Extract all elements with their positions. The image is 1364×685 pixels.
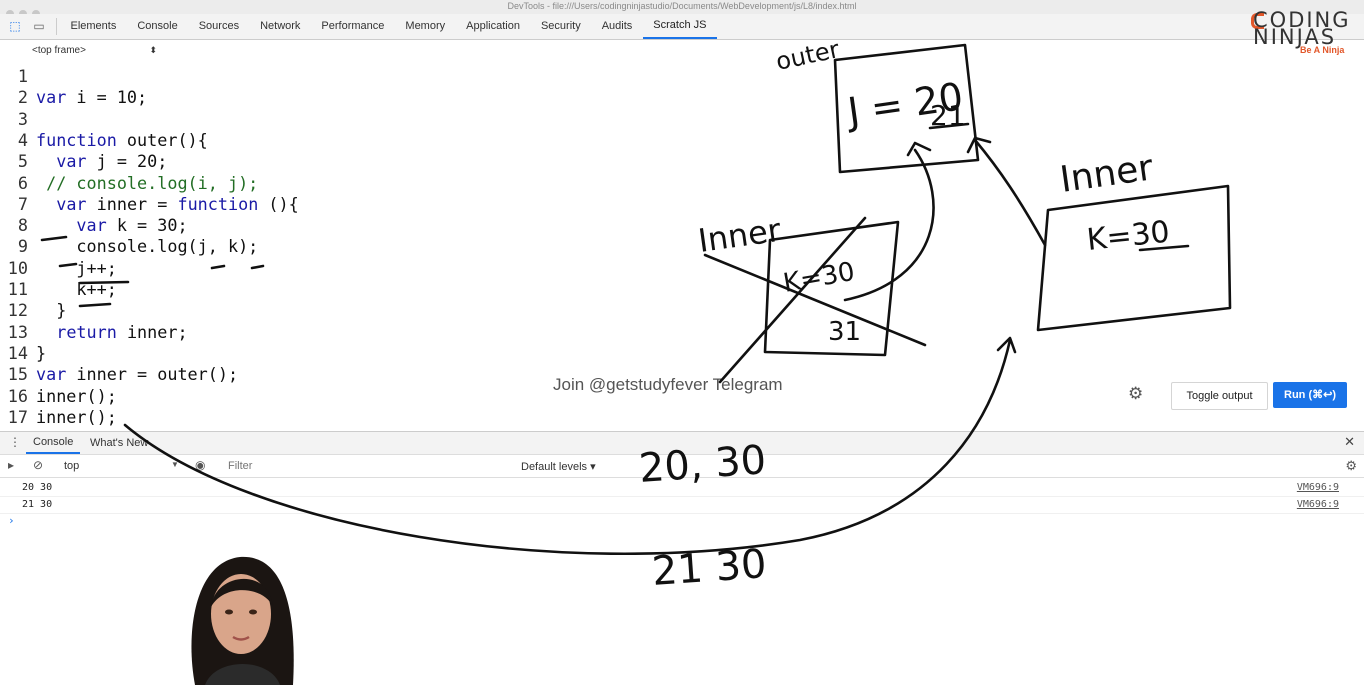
keyword-token: function: [36, 129, 117, 150]
code-text[interactable]: // console.log(i, j);: [36, 173, 258, 194]
presenter-video: [191, 556, 294, 685]
drawer-tab-whats-new[interactable]: What's New: [90, 432, 148, 454]
code-text[interactable]: return inner;: [36, 321, 187, 343]
line-number: 14: [7, 342, 28, 363]
console-log-row: 21 30 VM696:9: [0, 497, 1364, 514]
devtools-tabbar: ⬚ ▭ Elements Console Sources Network Perform…: [0, 14, 1364, 40]
window-title: DevTools - file:///Users/codingninjastud…: [507, 1, 857, 11]
line-number: 3: [17, 108, 28, 129]
console-toolbar: ▸ ⊘ top ▼ ◉ Default levels ▾ ⚙: [0, 455, 1364, 478]
drawer-tabbar: ⋮ Console What's New ✕: [0, 431, 1364, 455]
console-settings-gear-icon[interactable]: ⚙: [1345, 458, 1357, 474]
toggle-output-button[interactable]: Toggle output: [1171, 382, 1268, 410]
coding-ninjas-logo: CODING NINJAS Be A Ninja: [1251, 8, 1357, 58]
close-drawer-icon[interactable]: ✕: [1344, 434, 1355, 450]
tab-memory[interactable]: Memory: [395, 14, 456, 39]
keyword-token: var: [56, 193, 87, 214]
tab-performance[interactable]: Performance: [311, 14, 395, 39]
code-text[interactable]: function outer(){: [36, 130, 208, 151]
drawer-menu-icon[interactable]: ⋮: [9, 435, 21, 449]
scratch-settings-gear-icon[interactable]: ⚙: [1128, 384, 1143, 404]
context-dropdown-icon[interactable]: ▼: [171, 460, 179, 469]
tab-console[interactable]: Console: [127, 14, 188, 39]
code-text[interactable]: k++;: [36, 279, 116, 300]
console-log-source-link[interactable]: VM696:9: [1297, 482, 1339, 493]
line-number: 15: [7, 364, 28, 385]
output-annotation-2: 21 30: [650, 541, 767, 595]
tab-security[interactable]: Security: [530, 14, 591, 39]
updown-arrow-icon: ⬍: [149, 45, 157, 55]
line-number: 4: [17, 129, 28, 150]
line-number: 8: [17, 215, 28, 236]
line-number: 1: [17, 66, 28, 86]
run-button[interactable]: Run (⌘↩): [1273, 382, 1347, 408]
keyword-token: var: [36, 364, 67, 385]
code-text[interactable]: var k = 30;: [36, 215, 187, 236]
line-number: 17: [7, 406, 28, 427]
context-selector[interactable]: top: [64, 460, 79, 472]
keyword-token: var: [36, 87, 67, 108]
code-text[interactable]: inner();: [36, 386, 117, 407]
console-log-row: 20 30 VM696:9: [0, 480, 1364, 497]
console-log-message: 21 30: [22, 499, 53, 510]
line-number: 16: [7, 385, 28, 406]
keyword-token: var: [76, 215, 107, 236]
line-number: 6: [17, 172, 28, 193]
console-prompt-icon[interactable]: ›: [8, 514, 15, 527]
console-filter-input[interactable]: [222, 457, 524, 474]
code-text[interactable]: j++;: [36, 258, 116, 279]
code-text[interactable]: var j = 20;: [36, 151, 167, 172]
tab-divider: [56, 18, 57, 35]
console-log-message: 20 30: [22, 482, 53, 493]
line-number: 9: [17, 236, 28, 257]
keyword-token: var: [56, 151, 87, 172]
drawer-tab-console[interactable]: Console: [26, 432, 81, 454]
inspect-element-icon[interactable]: ⬚: [8, 19, 22, 33]
code-text[interactable]: var i = 10;: [36, 87, 147, 108]
watermark-text: Join @getstudyfever Telegram: [553, 375, 783, 394]
frame-bar: <top frame> ⬍: [0, 40, 1364, 62]
line-number: 5: [17, 151, 28, 172]
live-expression-eye-icon[interactable]: ◉: [195, 458, 205, 472]
line-number: 13: [7, 321, 28, 342]
tab-network[interactable]: Network: [250, 14, 311, 39]
line-number: 11: [7, 279, 28, 299]
code-text[interactable]: }: [36, 300, 66, 321]
code-text[interactable]: inner();: [36, 407, 117, 428]
code-text[interactable]: console.log(j, k);: [36, 236, 258, 257]
tab-scratch-js[interactable]: Scratch JS: [642, 14, 717, 39]
code-text[interactable]: var inner = outer();: [36, 364, 238, 385]
frame-selector-value: <top frame>: [32, 45, 86, 56]
keyword-token: function: [177, 193, 259, 214]
code-text[interactable]: var inner = function (){: [36, 194, 299, 215]
clear-console-icon[interactable]: ⊘: [33, 458, 43, 472]
devtools-tabs: Elements Console Sources Network Performance…: [60, 14, 717, 39]
window-titlebar: DevTools - file:///Users/codingninjastud…: [0, 0, 1364, 18]
keyword-token: return: [56, 321, 117, 342]
frame-selector[interactable]: <top frame> ⬍: [32, 45, 157, 56]
device-toolbar-icon[interactable]: ▭: [32, 19, 46, 33]
sidebar-toggle-icon[interactable]: ▸: [8, 458, 14, 472]
console-log-source-link[interactable]: VM696:9: [1297, 499, 1339, 510]
log-levels-dropdown[interactable]: Default levels ▾: [521, 460, 596, 473]
tab-audits[interactable]: Audits: [591, 14, 643, 39]
code-text[interactable]: }: [36, 343, 46, 364]
line-number: 2: [17, 87, 28, 108]
line-number: 12: [7, 300, 28, 321]
line-number: 7: [17, 193, 28, 214]
tab-sources[interactable]: Sources: [188, 14, 249, 39]
tab-elements[interactable]: Elements: [60, 14, 127, 39]
tab-application[interactable]: Application: [456, 14, 531, 39]
logo-tagline: Be A Ninja: [1300, 45, 1345, 55]
line-number: 10: [7, 257, 28, 278]
